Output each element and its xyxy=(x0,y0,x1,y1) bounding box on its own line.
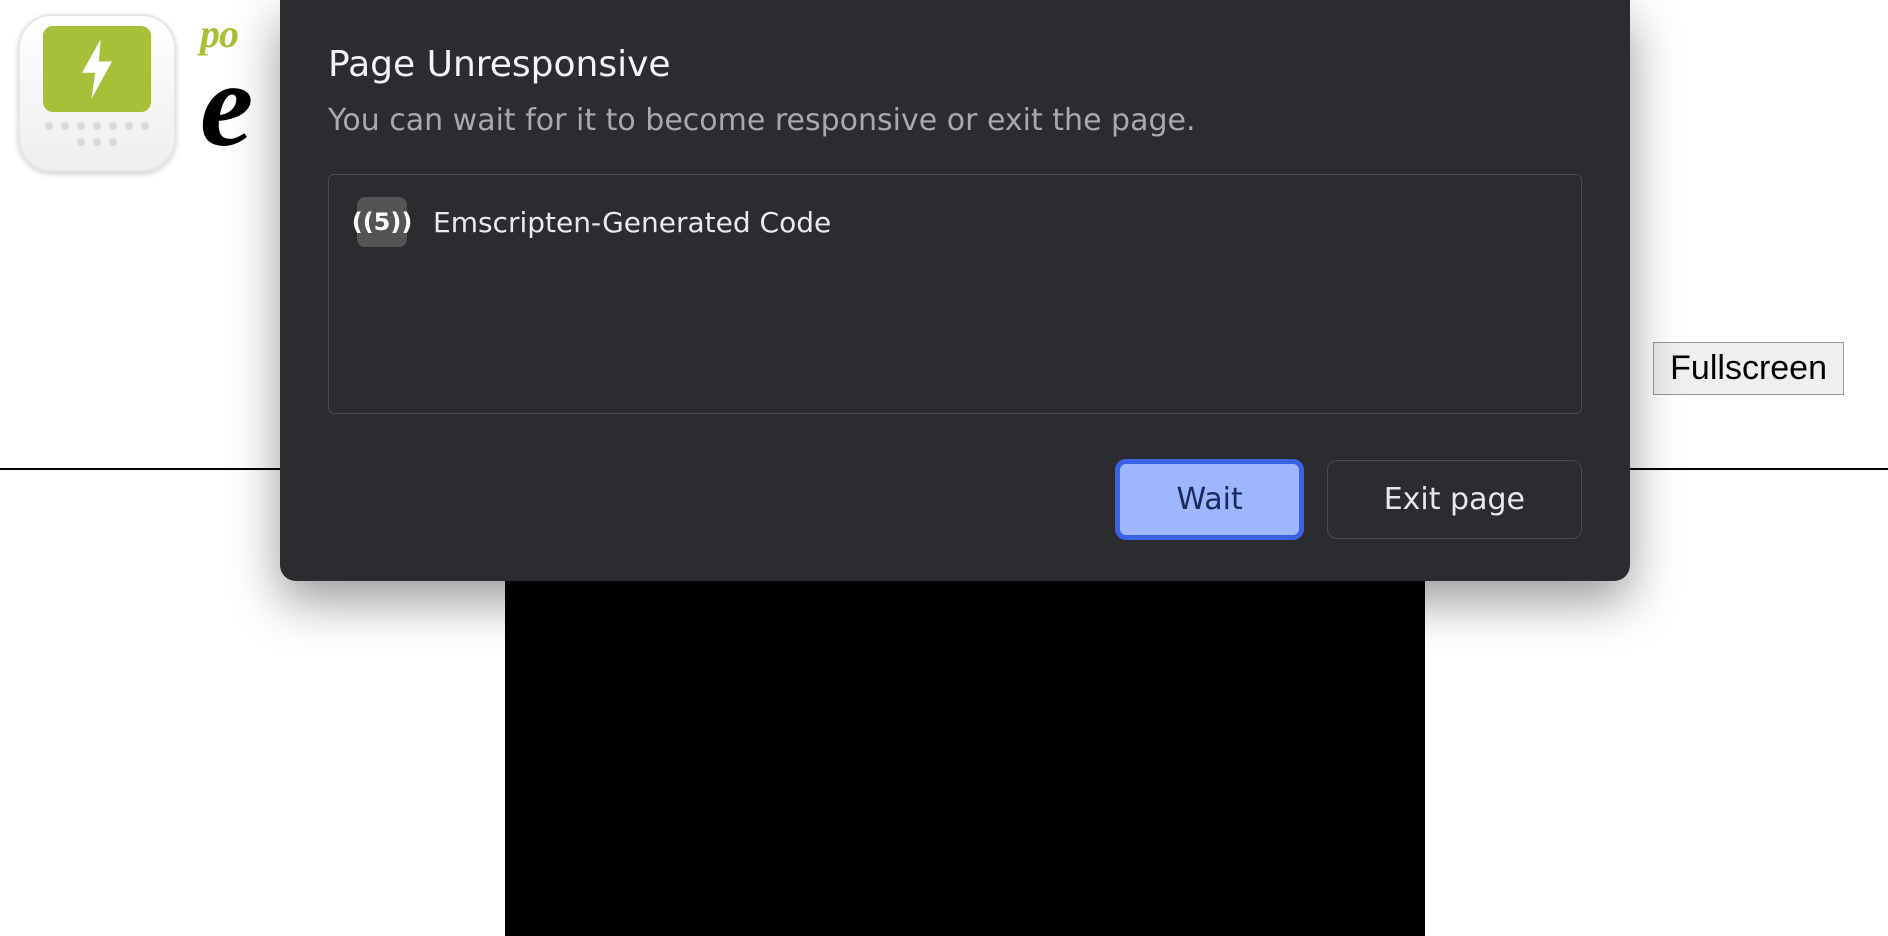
list-item: ((5)) Emscripten-Generated Code xyxy=(357,197,1553,247)
fullscreen-button[interactable]: Fullscreen xyxy=(1653,342,1844,395)
page-title-block: po e xyxy=(200,10,247,153)
exit-page-button[interactable]: Exit page xyxy=(1327,460,1582,539)
dialog-button-row: Wait Exit page xyxy=(328,460,1582,539)
page-favicon-icon: ((5)) xyxy=(357,197,407,247)
page-unresponsive-dialog: Page Unresponsive You can wait for it to… xyxy=(280,0,1630,581)
logo-dot-grid xyxy=(43,118,151,150)
lightning-bolt-icon xyxy=(74,39,120,99)
unresponsive-pages-list: ((5)) Emscripten-Generated Code xyxy=(328,174,1582,414)
dialog-title: Page Unresponsive xyxy=(328,44,1582,85)
wait-button[interactable]: Wait xyxy=(1116,460,1302,539)
page-name-label: Emscripten-Generated Code xyxy=(433,206,831,239)
emscripten-logo xyxy=(18,14,176,172)
logo-bolt-tile xyxy=(43,26,151,112)
page-title-big: e xyxy=(200,57,247,153)
dialog-message: You can wait for it to become responsive… xyxy=(328,103,1582,138)
